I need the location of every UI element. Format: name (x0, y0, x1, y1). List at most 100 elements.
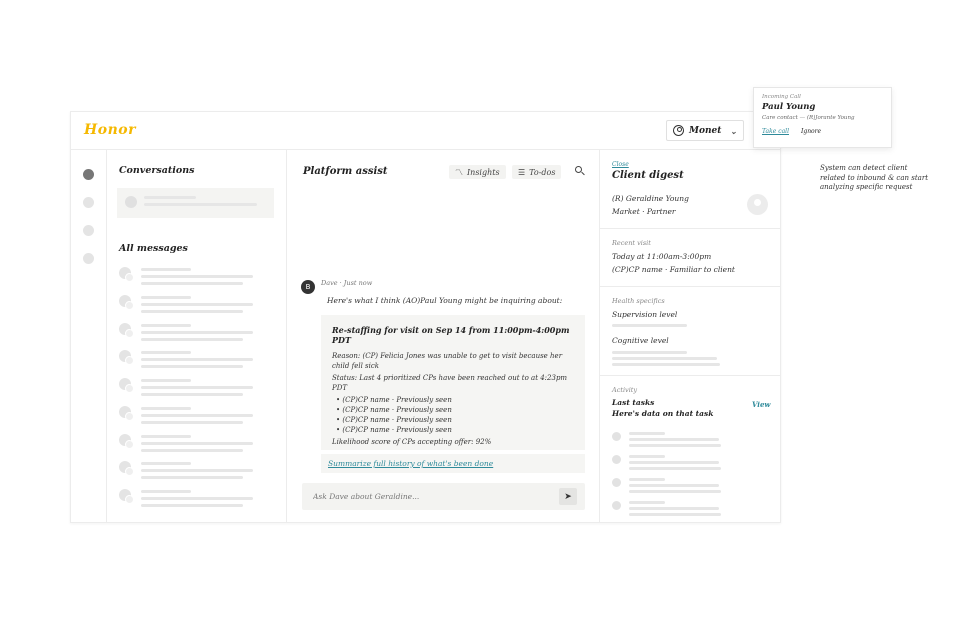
placeholder-line (141, 497, 253, 500)
task-row[interactable] (612, 431, 772, 447)
selected-conversation[interactable] (117, 188, 274, 218)
call-label: Incoming Call (762, 94, 801, 100)
top-bar: Honor Monet ⌄ (71, 112, 780, 150)
placeholder-line (141, 490, 191, 493)
placeholder-line (141, 476, 243, 479)
assist-title: Platform assist (303, 166, 388, 177)
avatar (119, 378, 134, 393)
view-link[interactable]: View (752, 400, 770, 409)
list-item[interactable] (117, 406, 277, 426)
placeholder-line (141, 442, 253, 445)
divider (600, 375, 781, 376)
task-row[interactable] (612, 500, 772, 516)
send-icon[interactable]: ➤ (559, 488, 577, 505)
search-icon[interactable] (575, 166, 585, 176)
placeholder-line (141, 379, 191, 382)
list-icon: ☰ (518, 167, 526, 177)
ignore-button[interactable]: Ignore (801, 128, 821, 135)
cognitive-level: Cognitive level (612, 336, 669, 345)
take-call-button[interactable]: Take call (762, 128, 789, 135)
nav-dot[interactable] (83, 197, 94, 208)
all-messages-title: All messages (119, 243, 188, 254)
conversations-title: Conversations (119, 165, 195, 176)
placeholder-line (141, 449, 243, 452)
tab-todos[interactable]: ☰ To-dos (512, 165, 562, 179)
summarize-link[interactable]: Summarize full history of what's been do… (321, 454, 585, 473)
placeholder-line (141, 386, 253, 389)
insights-icon: 〽 (455, 167, 463, 177)
task-row[interactable] (612, 454, 772, 470)
avatar (119, 406, 134, 421)
placeholder-line (141, 435, 191, 438)
cp-list: (CP)CP name · Previously seen (CP)CP nam… (332, 395, 574, 435)
nav-dot-active[interactable] (83, 169, 94, 180)
placeholder-line (612, 363, 720, 366)
message-meta: Dave · Just now (321, 279, 373, 287)
tab-insights[interactable]: 〽 Insights (449, 165, 506, 179)
user-name: Monet (689, 125, 722, 136)
placeholder-line (141, 268, 191, 271)
divider (600, 228, 781, 229)
list-item[interactable] (117, 295, 277, 315)
avatar (119, 489, 134, 504)
avatar (119, 267, 134, 282)
tab-label: To-dos (529, 167, 556, 177)
placeholder-line (141, 414, 253, 417)
avatar (125, 196, 137, 208)
divider (600, 286, 781, 287)
list-item[interactable] (117, 267, 277, 287)
avatar (119, 295, 134, 310)
cp-item: (CP)CP name · Previously seen (332, 395, 574, 405)
placeholder-line (141, 310, 243, 313)
client-digest-panel: Close Client digest (R) Geraldine Young … (600, 150, 781, 523)
placeholder-line (141, 462, 191, 465)
list-item[interactable] (117, 461, 277, 481)
incoming-call-popup: Incoming Call Paul Young Care contact — … (753, 87, 892, 148)
ask-box: ➤ (302, 483, 585, 510)
client-market: Market · Partner (612, 207, 676, 216)
placeholder-line (141, 331, 253, 334)
recent-visit-label: Recent visit (612, 239, 651, 247)
cp-item: (CP)CP name · Previously seen (332, 405, 574, 415)
list-item[interactable] (117, 489, 277, 509)
supervision-level: Supervision level (612, 310, 678, 319)
placeholder-line (141, 393, 243, 396)
last-tasks: Last tasks (612, 398, 655, 407)
list-item[interactable] (117, 323, 277, 343)
placeholder-line (141, 407, 191, 410)
task-row[interactable] (612, 477, 772, 493)
assistant-avatar: B (301, 280, 315, 294)
placeholder-line (612, 357, 717, 360)
placeholder-line (144, 203, 257, 206)
cp-item: (CP)CP name · Previously seen (332, 415, 574, 425)
insight-card: Re-staffing for visit on Sep 14 from 11:… (321, 315, 585, 450)
list-item[interactable] (117, 350, 277, 370)
user-select[interactable]: Monet ⌄ (666, 120, 744, 141)
nav-dot[interactable] (83, 253, 94, 264)
placeholder-line (141, 351, 191, 354)
list-item[interactable] (117, 378, 277, 398)
placeholder-line (612, 351, 687, 354)
caller-name: Paul Young (762, 102, 816, 112)
placeholder-line (141, 275, 253, 278)
placeholder-line (141, 358, 253, 361)
avatar (119, 434, 134, 449)
client-avatar (747, 194, 768, 215)
insight-likelihood: Likelihood score of CPs accepting offer:… (332, 438, 492, 446)
digest-title: Client digest (612, 170, 684, 181)
platform-assist-panel: Platform assist 〽 Insights ☰ To-dos B Da… (287, 150, 600, 523)
placeholder-line (141, 421, 243, 424)
ask-input[interactable] (302, 483, 542, 510)
placeholder-line (141, 504, 243, 507)
nav-dot[interactable] (83, 225, 94, 236)
placeholder-line (144, 196, 196, 199)
close-link[interactable]: Close (612, 161, 629, 168)
tab-label: Insights (467, 167, 500, 177)
placeholder-line (612, 324, 687, 327)
placeholder-line (141, 338, 243, 341)
conversations-panel: Conversations All messages (107, 150, 287, 523)
placeholder-line (141, 324, 191, 327)
annotation-note: System can detect client related to inbo… (820, 164, 929, 191)
placeholder-line (141, 365, 243, 368)
list-item[interactable] (117, 434, 277, 454)
